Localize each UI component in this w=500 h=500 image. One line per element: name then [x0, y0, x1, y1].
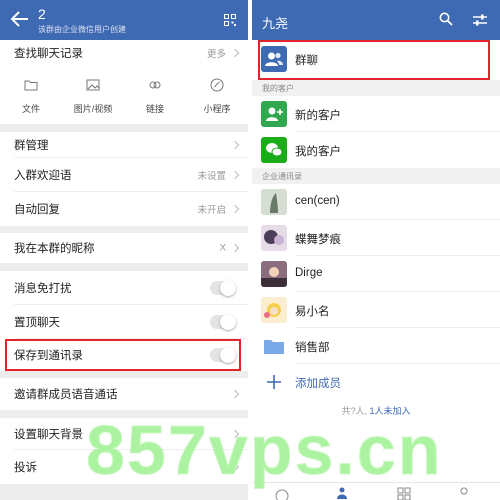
search-history-row[interactable]: 查找聊天记录 更多: [0, 40, 248, 66]
media-mini-program-button[interactable]: 小程序: [186, 66, 248, 124]
nickname-label: 我在本群的昵称: [14, 243, 95, 255]
avatar: [261, 297, 287, 323]
highlight-box: [258, 40, 490, 80]
chevron-right-icon: [230, 140, 240, 150]
avatar: [261, 189, 287, 215]
chevron-right-icon: [230, 429, 240, 439]
adjust-icon[interactable]: [472, 13, 488, 27]
group-settings-header: 2 该群由企业微信用户创建: [0, 0, 248, 40]
section-customers: 我的客户: [252, 80, 500, 96]
search-history-label: 查找聊天记录: [14, 48, 83, 60]
my-customers-label: 我的客户: [295, 146, 341, 158]
search-icon[interactable]: [439, 12, 453, 26]
back-arrow-icon[interactable]: [10, 8, 30, 30]
background-row[interactable]: 设置聊天背景: [0, 418, 248, 450]
contact-name: cen(cen): [295, 195, 340, 207]
contacts-panel: 九尧 群聊 我的客户 新的客户 我的客户 企业通讯录 cen(cen) 蝶舞梦痕…: [252, 0, 500, 500]
member-count: 共?人,: [341, 406, 367, 416]
bottom-tab-bar: [252, 482, 500, 500]
search-history-more: 更多: [206, 49, 226, 60]
folder-icon: [24, 80, 38, 91]
welcome-label: 入群欢迎语: [14, 170, 72, 182]
auto-reply-label: 自动回复: [14, 204, 60, 216]
chevron-right-icon: [230, 48, 240, 58]
contact-name: 易小名: [295, 306, 330, 318]
contact-item[interactable]: Dirge: [252, 256, 500, 292]
add-person-icon: [261, 101, 287, 127]
welcome-value: 未设置: [197, 171, 226, 182]
media-link-label: 链接: [145, 104, 164, 114]
chevron-right-icon: [230, 389, 240, 399]
add-member-item[interactable]: 添加成员: [252, 364, 500, 400]
contacts-header: 九尧: [252, 0, 500, 40]
new-customer-item[interactable]: 新的客户: [252, 96, 500, 132]
section-directory: 企业通讯录: [252, 168, 500, 184]
avatar: [261, 261, 287, 287]
report-row[interactable]: 投诉: [0, 450, 248, 484]
media-mini-program-label: 小程序: [203, 104, 231, 114]
media-link-button[interactable]: 链接: [124, 66, 186, 124]
group-settings-panel: 2 该群由企业微信用户创建 查找聊天记录 更多 文件 图片/视频 链接 小程序 …: [0, 0, 248, 500]
department-item[interactable]: 销售部: [252, 328, 500, 364]
chevron-right-icon: [230, 462, 240, 472]
welcome-row[interactable]: 入群欢迎语 未设置: [0, 158, 248, 192]
voice-call-label: 邀请群成员语音通话: [14, 389, 118, 401]
org-title: 九尧: [262, 16, 289, 31]
background-label: 设置聊天背景: [14, 429, 83, 441]
my-customers-item[interactable]: 我的客户: [252, 132, 500, 168]
pin-row: 置顶聊天: [0, 305, 248, 339]
group-title: 2: [38, 6, 46, 22]
group-subtitle: 该群由企业微信用户创建: [38, 25, 126, 34]
mute-row: 消息免打扰: [0, 271, 248, 305]
avatar: [261, 225, 287, 251]
media-file-button[interactable]: 文件: [0, 66, 62, 124]
contact-item[interactable]: cen(cen): [252, 184, 500, 220]
report-label: 投诉: [14, 462, 37, 474]
mute-toggle[interactable]: [210, 280, 236, 296]
contacts-tab-icon[interactable]: [334, 486, 350, 500]
chevron-right-icon: [230, 204, 240, 214]
media-shortcuts: 文件 图片/视频 链接 小程序: [0, 66, 248, 124]
department-label: 销售部: [295, 342, 330, 354]
group-manage-label: 群管理: [14, 140, 49, 152]
folder-icon: [261, 333, 287, 359]
inactive-members-link[interactable]: 1人未加入: [370, 406, 411, 416]
add-member-label: 添加成员: [295, 378, 341, 390]
chevron-right-icon: [230, 243, 240, 253]
contact-item[interactable]: 蝶舞梦痕: [252, 220, 500, 256]
auto-reply-row[interactable]: 自动回复 未开启: [0, 192, 248, 226]
voice-call-row[interactable]: 邀请群成员语音通话: [0, 378, 248, 410]
chevron-right-icon: [230, 170, 240, 180]
mute-label: 消息免打扰: [14, 283, 72, 295]
workspace-tab-icon[interactable]: [396, 486, 412, 500]
nickname-row[interactable]: 我在本群的昵称 X: [0, 233, 248, 263]
pin-label: 置顶聊天: [14, 317, 60, 329]
contact-name: 蝶舞梦痕: [295, 234, 341, 246]
message-tab-icon[interactable]: [274, 487, 290, 500]
plus-icon: [261, 369, 287, 395]
nickname-value: X: [219, 242, 226, 254]
me-tab-icon[interactable]: [456, 486, 472, 500]
contact-name: Dirge: [295, 267, 323, 279]
auto-reply-value: 未开启: [197, 205, 226, 216]
image-icon: [86, 79, 100, 91]
media-image-button[interactable]: 图片/视频: [62, 66, 124, 124]
link-icon: [149, 81, 161, 89]
new-customer-label: 新的客户: [295, 110, 341, 122]
media-image-label: 图片/视频: [73, 104, 113, 114]
qr-code-icon[interactable]: [224, 14, 236, 26]
highlight-box: [5, 339, 241, 371]
group-manage-row[interactable]: 群管理: [0, 132, 248, 158]
contact-item[interactable]: 易小名: [252, 292, 500, 328]
wechat-icon: [261, 137, 287, 163]
media-file-label: 文件: [21, 104, 40, 114]
member-count-footer: 共?人, 1人未加入: [252, 404, 500, 417]
mini-program-icon: [210, 78, 224, 92]
pin-toggle[interactable]: [210, 314, 236, 330]
